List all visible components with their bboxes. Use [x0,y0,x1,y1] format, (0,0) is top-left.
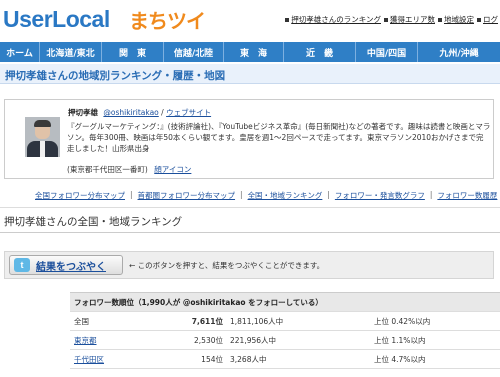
divider [0,207,500,208]
percentile: 上位 1.1%以内 [368,330,500,350]
percentile: 上位 0.42%以内 [368,311,500,331]
region-nav: ホーム 北海道/東北 関 東 信越/北陸 東 海 近 畿 中国/四国 九州/沖縄 [0,42,500,62]
total-users: 221,956人中 [228,330,368,350]
website-link[interactable]: ウェブサイト [166,108,211,117]
profile-header: 押切孝雄 @oshikiritakao / ウェブサイト [68,107,211,118]
nav-chugoku-shikoku[interactable]: 中国/四国 [356,42,418,62]
twitter-icon: t [14,258,30,272]
sub-links: 全国フォロワー分布マップ | 首都圏フォロワー分布マップ | 全国・地域ランキン… [35,190,498,201]
nav-tokai[interactable]: 東 海 [224,42,284,62]
machitwi-logo[interactable]: まちツイ [129,5,206,34]
table-row: 東京都 2,530位 221,956人中 上位 1.1%以内 [70,330,500,350]
table-header: フォロワー数順位（1,990人が @oshikiritakao をフォローしてい… [70,292,500,312]
link-national-map[interactable]: 全国フォロワー分布マップ [35,190,125,201]
page-title-bar: 押切孝雄さんの地域別ランキング・履歴・地図 [0,64,500,84]
total-users: 1,811,106人中 [228,311,368,331]
profile-location: (東京都千代田区一番町) [67,165,148,174]
avatar[interactable] [25,117,60,157]
profile-bio: 『グーグルマーケティング：』(技術評論社)、『YouTubeビジネス革命』(毎日… [67,122,491,153]
tweet-button-label: 結果をつぶやく [36,261,106,273]
header-links: 押切孝雄さんのランキング 獲得エリア数 地域設定 ログ [285,14,498,25]
profile-handle-link[interactable]: @oshikiritakao [103,108,158,117]
header-link-areas[interactable]: 獲得エリア数 [384,14,435,25]
link-metro-map[interactable]: 首都圏フォロワー分布マップ [138,190,236,201]
separator: / [161,108,164,117]
area-link-chiyoda[interactable]: 千代田区 [74,355,104,364]
profile-name: 押切孝雄 [68,108,98,117]
nav-kinki[interactable]: 近 畿 [284,42,356,62]
ranking-section-title: 押切孝雄さんの全国・地域ランキング [4,216,183,228]
link-graph[interactable]: フォロワー・発言数グラフ [335,190,425,201]
bullet-icon [285,18,290,22]
bullet-icon [438,18,442,22]
bullet-icon [384,18,388,22]
userlocal-logo[interactable]: UserLocal [3,6,110,33]
nav-kanto[interactable]: 関 東 [102,42,164,62]
table-header-row: フォロワー数順位（1,990人が @oshikiritakao をフォローしてい… [70,292,500,312]
header-link-ranking[interactable]: 押切孝雄さんのランキング [285,14,381,25]
face-icon-link[interactable]: 顔アイコン [154,165,191,174]
link-rankings[interactable]: 全国・地域ランキング [248,190,323,201]
area-name: 全国 [70,311,170,331]
page-title: 押切孝雄さんの地域別ランキング・履歴・地図 [5,70,226,82]
link-history[interactable]: フォロワー数履歴 [437,190,497,201]
follower-rank-table: フォロワー数順位（1,990人が @oshikiritakao をフォローしてい… [70,292,500,369]
tweet-result-button[interactable]: t 結果をつぶやく [9,255,123,275]
header-link-log[interactable]: ログ [477,14,498,25]
nav-kyushu-okinawa[interactable]: 九州/沖縄 [418,42,500,62]
header-link-settings[interactable]: 地域設定 [438,14,474,25]
divider [0,232,500,233]
site-header: UserLocal まちツイ 押切孝雄さんのランキング 獲得エリア数 地域設定 … [0,0,500,41]
nav-home[interactable]: ホーム [0,42,40,62]
table-row: 千代田区 154位 3,268人中 上位 4.7%以内 [70,349,500,369]
rank-value: 7,611位 [191,316,223,326]
nav-shinetsu-hokuriku[interactable]: 信越/北陸 [164,42,224,62]
rank-value: 154位 [170,349,228,369]
table-row: 全国 7,611位 1,811,106人中 上位 0.42%以内 [70,311,500,331]
tweet-box: t 結果をつぶやく ← このボタンを押すと、結果をつぶやくことができます。 [4,251,494,279]
tweet-description: ← このボタンを押すと、結果をつぶやくことができます。 [129,261,325,270]
percentile: 上位 4.7%以内 [368,349,500,369]
rank-value: 2,530位 [170,330,228,350]
profile-card: 押切孝雄 @oshikiritakao / ウェブサイト 『グーグルマーケティン… [4,99,494,179]
bullet-icon [477,18,481,22]
profile-meta: (東京都千代田区一番町) 顔アイコン [67,164,191,175]
nav-hokkaido-tohoku[interactable]: 北海道/東北 [40,42,102,62]
total-users: 3,268人中 [228,349,368,369]
area-link-tokyo[interactable]: 東京都 [74,336,97,345]
